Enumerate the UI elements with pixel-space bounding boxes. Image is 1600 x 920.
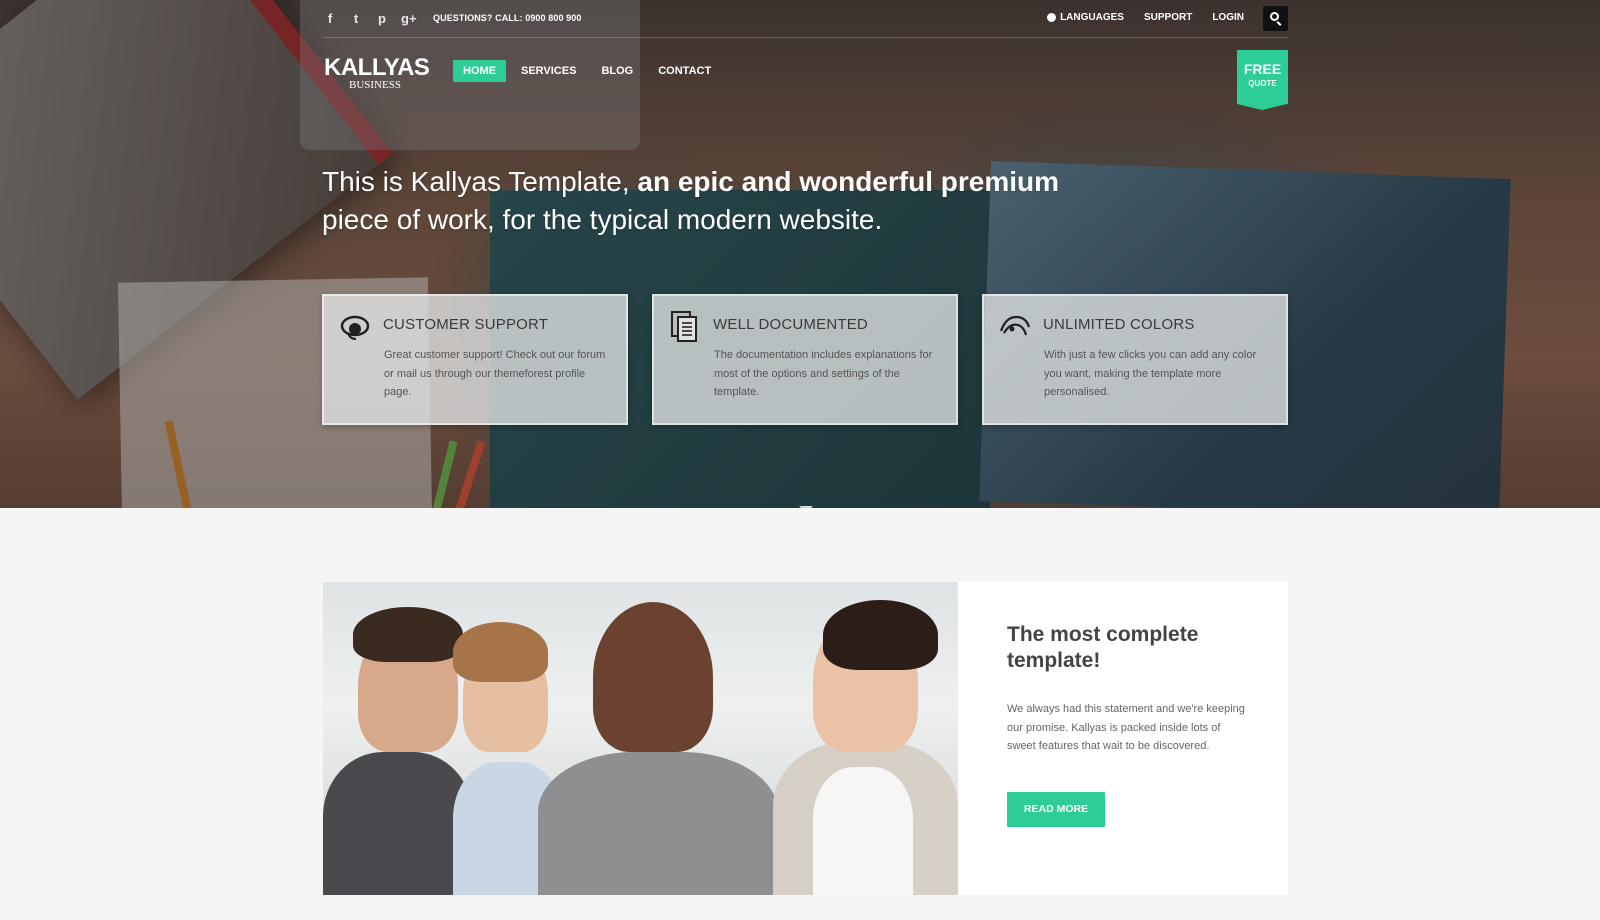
- hero-heading-rest: piece of work, for the typical modern we…: [322, 204, 883, 235]
- site-logo[interactable]: KALLYAS BUSINESS: [324, 54, 430, 91]
- content-title: The most complete template!: [1007, 623, 1199, 672]
- photo-person-hair: [353, 607, 463, 662]
- phone-number: 0900 800 900: [525, 13, 582, 23]
- hero-overlay: [0, 0, 1600, 508]
- globe-icon: [1047, 13, 1057, 22]
- hero-heading: This is Kallyas Template, an epic and wo…: [322, 163, 1082, 239]
- documents-icon: [671, 311, 697, 342]
- hero-heading-bold: an epic and wonderful premium: [637, 166, 1060, 197]
- free-quote-top: FREE: [1243, 61, 1282, 77]
- hero-heading-light: This is Kallyas Template,: [322, 166, 638, 197]
- photo-person-face: [593, 602, 713, 752]
- feature-text: The documentation includes explanations …: [714, 349, 933, 398]
- languages-link[interactable]: LANGUAGES: [1047, 12, 1124, 23]
- login-link[interactable]: LOGIN: [1212, 12, 1244, 23]
- section-arrow-icon: [799, 506, 813, 513]
- team-photo: [323, 582, 958, 895]
- free-quote-bottom: QUOTE: [1248, 79, 1277, 88]
- content-text: We always had this statement and we're k…: [1007, 703, 1245, 752]
- content-card: The most complete template! We always ha…: [323, 582, 1288, 895]
- support-link[interactable]: SUPPORT: [1144, 12, 1192, 23]
- free-quote-button[interactable]: FREE QUOTE: [1237, 50, 1288, 110]
- photo-person-hair: [823, 600, 938, 670]
- languages-label: LANGUAGES: [1060, 12, 1124, 23]
- feature-text: With just a few clicks you can add any c…: [1044, 349, 1257, 398]
- feature-title: CUSTOMER SUPPORT: [383, 316, 549, 333]
- phone-info: QUESTIONS? CALL: 0900 800 900: [433, 13, 581, 23]
- photo-person: [323, 752, 473, 895]
- logo-text: KALLYAS: [324, 54, 430, 81]
- google-plus-icon[interactable]: g+: [401, 10, 417, 28]
- facebook-icon[interactable]: f: [323, 10, 337, 28]
- nav-blog[interactable]: BLOG: [591, 60, 643, 82]
- top-bar: f t p g+ QUESTIONS? CALL: 0900 800 900 L…: [323, 0, 1288, 38]
- feature-box-customer-support: CUSTOMER SUPPORT Great customer support!…: [322, 294, 628, 425]
- photo-person: [813, 767, 913, 895]
- nav-home[interactable]: HOME: [453, 60, 506, 82]
- top-links: LANGUAGES SUPPORT LOGIN: [1047, 12, 1244, 23]
- feature-text: Great customer support! Check out our fo…: [384, 349, 606, 398]
- nav-services[interactable]: SERVICES: [511, 60, 586, 82]
- photo-person-hair: [453, 622, 548, 682]
- feature-box-unlimited-colors: UNLIMITED COLORS With just a few clicks …: [982, 294, 1288, 425]
- search-icon-handle: [1276, 21, 1282, 26]
- nav-contact[interactable]: CONTACT: [648, 60, 721, 82]
- main-nav: HOME SERVICES BLOG CONTACT: [453, 60, 726, 82]
- feature-title: UNLIMITED COLORS: [1043, 316, 1195, 333]
- read-more-button[interactable]: READ MORE: [1007, 792, 1105, 827]
- headset-icon: [340, 315, 370, 340]
- search-button[interactable]: [1263, 6, 1288, 31]
- phone-label: QUESTIONS? CALL:: [433, 13, 523, 23]
- color-hand-icon: [999, 315, 1031, 336]
- feature-box-well-documented: WELL DOCUMENTED The documentation includ…: [652, 294, 958, 425]
- twitter-icon[interactable]: t: [349, 10, 363, 28]
- search-icon: [1270, 12, 1279, 21]
- hero-section: f t p g+ QUESTIONS? CALL: 0900 800 900 L…: [0, 0, 1600, 508]
- social-links: f t p g+: [323, 10, 417, 28]
- photo-person: [538, 752, 778, 895]
- feature-title: WELL DOCUMENTED: [713, 316, 868, 333]
- pinterest-icon[interactable]: p: [375, 10, 389, 28]
